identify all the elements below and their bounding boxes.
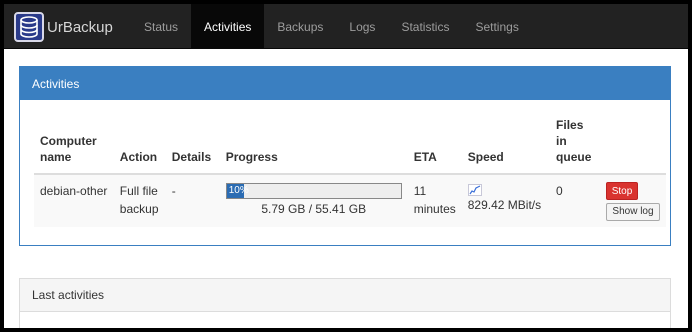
cell-eta: 11 minutes <box>407 173 462 227</box>
progress-size-text: 5.79 GB / 55.41 GB <box>261 202 367 216</box>
main-nav: Status Activities Backups Logs Statistic… <box>131 4 532 49</box>
column-eta: ETA <box>413 150 437 164</box>
cell-files-in-queue: 0 <box>550 173 600 227</box>
app-window: UrBackup Status Activities Backups Logs … <box>4 4 688 328</box>
activities-table: Computer name Action Details Progress ET… <box>34 117 666 227</box>
column-action: Action <box>119 150 158 164</box>
column-details: Details <box>171 150 212 164</box>
cell-progress: 10% 5.79 GB / 55.41 GB <box>219 173 408 227</box>
brand[interactable]: UrBackup <box>14 12 113 42</box>
speed-chart-icon[interactable] <box>467 184 482 196</box>
column-files-in-queue: Files in queue <box>556 118 592 164</box>
cell-action: Full file backup <box>113 173 166 227</box>
nav-statistics[interactable]: Statistics <box>388 4 462 49</box>
nav-backups[interactable]: Backups <box>264 4 336 49</box>
speed-value: 829.42 MBit/s <box>467 198 542 212</box>
cell-actions: Stop Show log <box>600 173 666 227</box>
table-header-row: Computer name Action Details Progress ET… <box>34 117 666 174</box>
cell-speed: 829.42 MBit/s <box>461 173 551 227</box>
cell-details: - <box>165 173 220 227</box>
show-log-button[interactable]: Show log <box>606 203 660 221</box>
progress-bar: 10% <box>225 183 402 199</box>
progress-percent: 10% <box>228 185 249 196</box>
column-progress: Progress <box>225 150 278 164</box>
table-row: debian-other Full file backup - 10% 5.79… <box>34 173 666 227</box>
stop-button[interactable]: Stop <box>606 182 638 200</box>
nav-status[interactable]: Status <box>131 4 191 49</box>
column-actions <box>600 117 666 174</box>
nav-settings[interactable]: Settings <box>462 4 531 49</box>
nav-logs[interactable]: Logs <box>336 4 388 49</box>
brand-name: UrBackup <box>47 18 113 36</box>
last-activities-title: Last activities <box>20 279 670 312</box>
activities-panel-title: Activities <box>20 67 670 100</box>
column-computer-name: Computer name <box>40 134 97 164</box>
database-icon <box>14 12 44 42</box>
navbar: UrBackup Status Activities Backups Logs … <box>4 4 688 49</box>
activities-panel: Activities Computer name Action Details … <box>19 66 671 246</box>
column-speed: Speed <box>467 150 504 164</box>
last-activities-panel: Last activities <box>19 278 671 328</box>
cell-computer-name: debian-other <box>34 173 114 227</box>
nav-activities[interactable]: Activities <box>191 4 265 49</box>
